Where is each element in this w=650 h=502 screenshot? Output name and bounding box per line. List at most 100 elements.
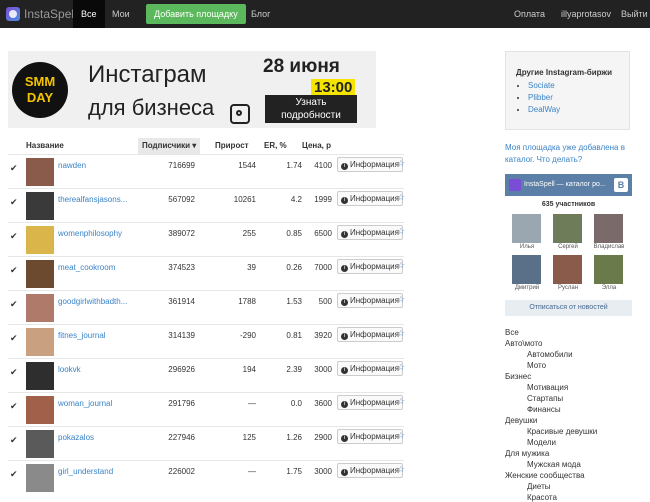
star-icon[interactable]: ☆: [397, 226, 405, 237]
subcategory-item[interactable]: Диеты: [527, 482, 550, 491]
platform-name-link[interactable]: goodgirlwithbadth...: [58, 297, 134, 306]
er-value: 0.81: [286, 331, 302, 340]
star-icon[interactable]: ☆: [397, 192, 405, 203]
star-icon[interactable]: ☆: [397, 260, 405, 271]
platform-name-link[interactable]: pokazalos: [58, 433, 134, 442]
nav-blog[interactable]: Блог: [243, 0, 278, 28]
avatar[interactable]: [26, 430, 54, 458]
avatar[interactable]: [26, 464, 54, 492]
vk-widget-header[interactable]: InstaSpell — каталог ро... В: [505, 174, 632, 196]
member-name[interactable]: Илья: [507, 244, 547, 250]
info-button[interactable]: i Информация: [337, 191, 403, 206]
member-avatar[interactable]: [512, 214, 541, 243]
subcategory-item[interactable]: Мото: [527, 361, 546, 370]
exchange-link[interactable]: DealWay: [528, 104, 560, 116]
info-button[interactable]: i Информация: [337, 293, 403, 308]
platform-name-link[interactable]: therealfansjasons...: [58, 195, 134, 204]
info-button[interactable]: i Информация: [337, 463, 403, 478]
star-icon[interactable]: ☆: [397, 430, 405, 441]
avatar[interactable]: [26, 294, 54, 322]
avatar[interactable]: [26, 328, 54, 356]
info-button[interactable]: i Информация: [337, 157, 403, 172]
platform-name-link[interactable]: fitnes_journal: [58, 331, 134, 340]
nav-payment[interactable]: Оплата: [506, 0, 553, 28]
subcategory-item[interactable]: Красивые девушки: [527, 427, 597, 436]
category-item[interactable]: Все: [505, 328, 519, 337]
member-name[interactable]: Владислав: [589, 244, 629, 250]
info-button[interactable]: i Информация: [337, 259, 403, 274]
star-icon[interactable]: ☆: [397, 158, 405, 169]
member-name[interactable]: Сергей: [548, 244, 588, 250]
member-name[interactable]: Элла: [589, 285, 629, 291]
col-name[interactable]: Название: [26, 141, 64, 150]
star-icon[interactable]: ☆: [397, 294, 405, 305]
platform-name-link[interactable]: nawden: [58, 161, 134, 170]
col-price[interactable]: Цена, р: [302, 141, 331, 150]
exchange-link[interactable]: Plibber: [528, 92, 560, 104]
category-item[interactable]: Девушки: [505, 416, 537, 425]
member-name[interactable]: Руслан: [548, 285, 588, 291]
platform-name-link[interactable]: lookvk: [58, 365, 134, 374]
nav-all[interactable]: Все: [73, 0, 105, 28]
subcategory-item[interactable]: Стартапы: [527, 394, 563, 403]
avatar[interactable]: [26, 362, 54, 390]
vk-group-title[interactable]: InstaSpell — каталог ро...: [524, 181, 606, 188]
price-value: 3000: [314, 365, 332, 374]
member-avatar[interactable]: [512, 255, 541, 284]
already-added-link[interactable]: Моя площадка уже добавлена в каталог. Чт…: [505, 142, 635, 166]
category-item[interactable]: Авто\мото: [505, 339, 542, 348]
category-item[interactable]: Для мужика: [505, 449, 549, 458]
star-icon[interactable]: ☆: [397, 328, 405, 339]
member-name[interactable]: Дмитрий: [507, 285, 547, 291]
unsubscribe-button[interactable]: Отписаться от новостей: [505, 300, 632, 316]
table-row: ✔ lookvk 296926 194 2.39 3000 i Информация ☆: [8, 358, 405, 393]
nav-logout[interactable]: Выйти: [613, 0, 650, 28]
smm-day-banner[interactable]: SMM DAY Инстаграм для бизнеса 28 июня 13…: [8, 51, 376, 128]
info-icon: i: [341, 367, 348, 374]
nav-mine[interactable]: Мои: [104, 0, 138, 28]
brand[interactable]: InstaSpell: [6, 6, 77, 22]
subscribers-value: 227946: [168, 433, 195, 442]
platform-name-link[interactable]: meat_cookroom: [58, 263, 134, 272]
banner-details-button[interactable]: Узнать подробности: [265, 95, 357, 123]
col-subscribers[interactable]: Подписчики ▾: [138, 138, 201, 154]
add-platform-button[interactable]: Добавить площадку: [146, 4, 246, 24]
category-item[interactable]: Женские сообщества: [505, 471, 585, 480]
platform-name-link[interactable]: girl_understand: [58, 467, 134, 476]
info-button[interactable]: i Информация: [337, 395, 403, 410]
info-button[interactable]: i Информация: [337, 361, 403, 376]
subscribers-value: 567092: [168, 195, 195, 204]
subcategory-item[interactable]: Красота: [527, 493, 557, 502]
price-value: 2900: [314, 433, 332, 442]
platform-name-link[interactable]: womenphilosophy: [58, 229, 134, 238]
subcategory-item[interactable]: Автомобили: [527, 350, 573, 359]
member-avatar[interactable]: [553, 255, 582, 284]
avatar[interactable]: [26, 192, 54, 220]
info-button[interactable]: i Информация: [337, 429, 403, 444]
table-row: ✔ therealfansjasons... 567092 10261 4.2 1999 i…: [8, 188, 405, 223]
member-avatar[interactable]: [594, 255, 623, 284]
avatar[interactable]: [26, 158, 54, 186]
exchange-link[interactable]: Sociate: [528, 80, 560, 92]
star-icon[interactable]: ☆: [397, 464, 405, 475]
col-er[interactable]: ER, %: [264, 141, 287, 150]
subcategory-item[interactable]: Мужская мода: [527, 460, 581, 469]
avatar[interactable]: [26, 226, 54, 254]
avatar[interactable]: [26, 396, 54, 424]
subcategory-item[interactable]: Финансы: [527, 405, 561, 414]
member-avatar[interactable]: [553, 214, 582, 243]
col-growth[interactable]: Прирост: [215, 141, 249, 150]
info-button[interactable]: i Информация: [337, 225, 403, 240]
subcategory-item[interactable]: Модели: [527, 438, 556, 447]
avatar[interactable]: [26, 260, 54, 288]
category-item[interactable]: Бизнес: [505, 372, 531, 381]
platform-name-link[interactable]: woman_journal: [58, 399, 134, 408]
star-icon[interactable]: ☆: [397, 362, 405, 373]
subcategory-item[interactable]: Мотивация: [527, 383, 568, 392]
nav-user[interactable]: illyaprotasov: [553, 0, 619, 28]
info-button[interactable]: i Информация: [337, 327, 403, 342]
check-icon: ✔: [10, 469, 18, 479]
other-exchanges-box: Другие Instagram-биржи Sociate Plibber D…: [505, 51, 630, 130]
member-avatar[interactable]: [594, 214, 623, 243]
star-icon[interactable]: ☆: [397, 396, 405, 407]
